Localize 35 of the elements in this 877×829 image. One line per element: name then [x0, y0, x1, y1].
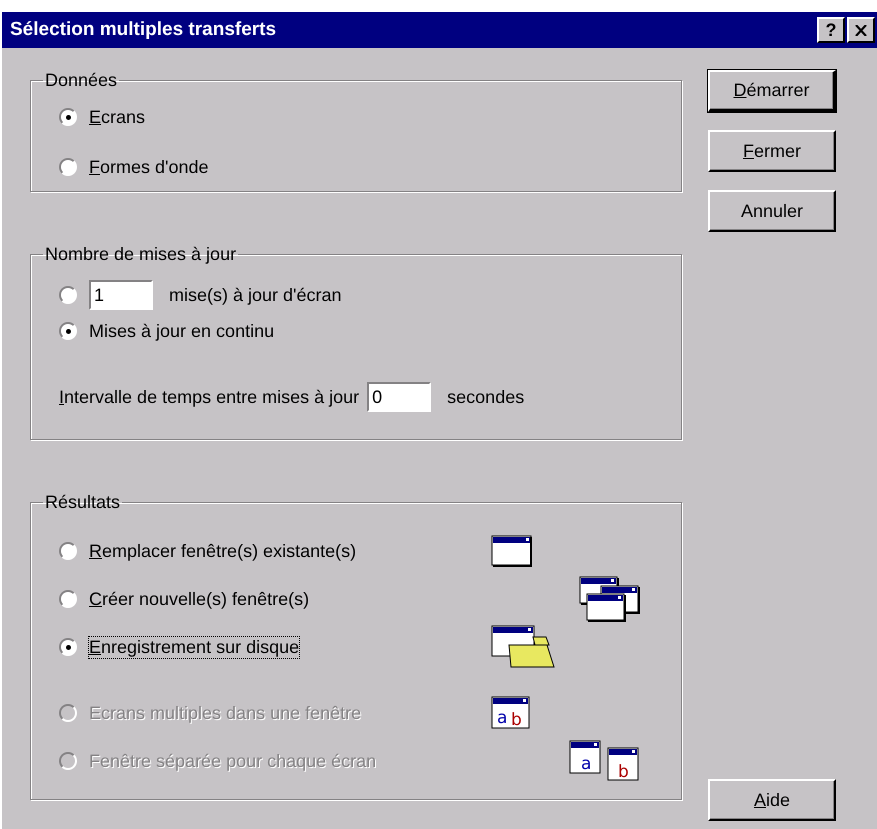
option-label: Mises à jour en continu [89, 320, 274, 342]
group-title: Nombre de mises à jour [44, 244, 238, 265]
window-text-icon: a b [491, 696, 531, 730]
help-dialog-button[interactable]: Aide [708, 779, 836, 821]
group-title: Résultats [44, 492, 122, 513]
option-label: mise(s) à jour d'écran [169, 284, 342, 306]
dialog-button[interactable]: Annuler [708, 190, 836, 232]
radio-button[interactable] [59, 108, 77, 126]
interval-label: Intervalle de temps entre mises à jour [59, 386, 360, 408]
help-button[interactable]: ? [817, 17, 845, 43]
radio-button[interactable] [59, 158, 77, 176]
radio-button[interactable] [59, 322, 77, 340]
dialog-button[interactable]: Fermer [708, 130, 836, 172]
window-title: Sélection multiples transferts [10, 19, 276, 41]
radio-button[interactable] [59, 638, 77, 656]
radio-option[interactable]: Formes d'onde [59, 151, 681, 183]
interval-field[interactable]: 0 [367, 382, 432, 412]
window-folder-icon [491, 625, 557, 669]
stacked-windows-icon [579, 576, 641, 622]
close-button[interactable] [847, 17, 875, 43]
dialog-button[interactable]: Démarrer [708, 70, 836, 112]
option-label: Ecrans multiples dans une fenêtre [89, 702, 362, 724]
radio-button[interactable] [59, 286, 77, 304]
group-title: Données [44, 70, 118, 91]
unit-label: secondes [447, 386, 524, 408]
close-icon [855, 24, 867, 36]
count-field[interactable]: 1 [89, 280, 153, 310]
radio-button[interactable] [59, 542, 77, 560]
option-label: Enregistrement sur disque [89, 636, 300, 658]
radio-option[interactable]: Ecrans [59, 101, 681, 133]
window-icon [491, 535, 533, 567]
option-label: Créer nouvelle(s) fenêtre(s) [89, 588, 310, 610]
option-label: Remplacer fenêtre(s) existante(s) [89, 540, 356, 562]
option-label: Fenêtre séparée pour chaque écran [89, 750, 376, 772]
radio-button[interactable] [59, 590, 77, 608]
